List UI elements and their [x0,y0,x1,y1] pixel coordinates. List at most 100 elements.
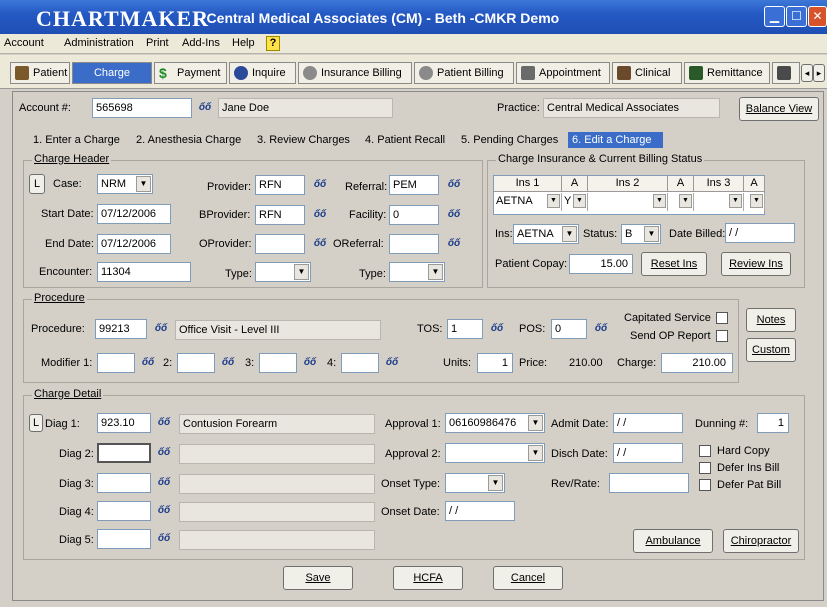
pos-lookup-icon[interactable]: ốố [590,320,612,338]
tab-insurance-billing[interactable]: Insurance Billing [298,62,412,84]
tab-appointment[interactable]: Appointment [516,62,610,84]
provider-lookup-icon[interactable]: ốố [309,176,331,194]
end-date-field[interactable]: 07/12/2006 [97,234,171,254]
admit-date-field[interactable]: / / [613,413,683,433]
modifier2-field[interactable] [177,353,215,373]
diag3-field[interactable] [97,473,151,493]
case-select[interactable]: NRM ▼ [97,174,153,194]
dunning-field[interactable]: 1 [757,413,789,433]
chiropractor-button[interactable]: Chiropractor [723,529,799,553]
review-ins-button[interactable]: Review Ins [721,252,791,276]
diag1-lookup-icon[interactable]: ốố [153,414,175,432]
oprovider-field[interactable] [255,234,305,254]
referral-lookup-icon[interactable]: ốố [443,176,465,194]
units-field[interactable]: 1 [477,353,513,373]
encounter-field[interactable]: 11304 [97,262,191,282]
tab-payment[interactable]: $ Payment [154,62,227,84]
account-number-field[interactable]: 565698 [92,98,192,118]
start-date-field[interactable]: 07/12/2006 [97,204,171,224]
menu-administration[interactable]: Administration [64,37,134,49]
oreferral-field[interactable] [389,234,439,254]
subtab-edit-charge[interactable]: 6. Edit a Charge [568,132,663,148]
diag4-field[interactable] [97,501,151,521]
tab-print[interactable] [772,62,800,84]
account-lookup-icon[interactable]: ốố [194,99,216,117]
a1-cell[interactable]: Y ▼ [562,193,588,211]
send-op-checkbox[interactable] [716,330,728,342]
procedure-lookup-icon[interactable]: ốố [150,320,172,338]
ins-select[interactable]: AETNA ▼ [513,224,579,244]
bprovider-lookup-icon[interactable]: ốố [309,206,331,224]
disch-date-field[interactable]: / / [613,443,683,463]
diag5-lookup-icon[interactable]: ốố [153,530,175,548]
diag5-field[interactable] [97,529,151,549]
hcfa-button[interactable]: HCFA [393,566,463,590]
close-button[interactable]: ✕ [808,6,827,27]
rev-rate-field[interactable] [609,473,689,493]
provider-field[interactable]: RFN [255,175,305,195]
hard-copy-checkbox[interactable] [699,445,711,457]
diag2-lookup-icon[interactable]: ốố [153,444,175,462]
tab-patient-billing[interactable]: Patient Billing [414,62,514,84]
menu-account[interactable]: Account [4,37,44,49]
tab-remittance[interactable]: Remittance [684,62,770,84]
patient-copay-field[interactable]: 15.00 [569,254,633,274]
tab-clinical[interactable]: Clinical [612,62,682,84]
reset-ins-button[interactable]: Reset Ins [641,252,707,276]
type2-select[interactable]: ▼ [389,262,445,282]
cancel-button[interactable]: Cancel [493,566,563,590]
modifier4-field[interactable] [341,353,379,373]
subtab-pending-charges[interactable]: 5. Pending Charges [461,134,558,146]
menu-add-ins[interactable]: Add-Ins [182,37,220,49]
subtab-anesthesia-charge[interactable]: 2. Anesthesia Charge [136,134,241,146]
ins1-cell[interactable]: AETNA ▼ [494,193,562,211]
diag2-field[interactable] [97,443,151,463]
modifier2-lookup-icon[interactable]: ốố [217,354,239,372]
custom-button[interactable]: Custom [746,338,796,362]
diag1-field[interactable]: 923.10 [97,413,151,433]
tab-patient[interactable]: Patient [10,62,70,84]
procedure-code-field[interactable]: 99213 [95,319,147,339]
facility-field[interactable]: 0 [389,205,439,225]
ins2-cell[interactable]: ▼ [588,193,668,211]
help-icon[interactable]: ? [266,36,280,51]
modifier1-field[interactable] [97,353,135,373]
a2-cell[interactable]: ▼ [668,193,694,211]
tos-lookup-icon[interactable]: ốố [486,320,508,338]
oreferral-lookup-icon[interactable]: ốố [443,235,465,253]
subtab-patient-recall[interactable]: 4. Patient Recall [365,134,445,146]
menu-print[interactable]: Print [146,37,169,49]
menu-help[interactable]: Help [232,37,255,49]
status-select[interactable]: B ▼ [621,224,661,244]
subtab-enter-charge[interactable]: 1. Enter a Charge [33,134,120,146]
tab-inquire[interactable]: Inquire [229,62,296,84]
balance-view-button[interactable]: Balance View [739,97,819,121]
defer-ins-checkbox[interactable] [699,462,711,474]
facility-lookup-icon[interactable]: ốố [443,206,465,224]
subtab-review-charges[interactable]: 3. Review Charges [257,134,350,146]
diag-l-button[interactable]: L [29,414,43,432]
pos-field[interactable]: 0 [551,319,587,339]
capitated-checkbox[interactable] [716,312,728,324]
charge-field[interactable]: 210.00 [661,353,733,373]
diag4-lookup-icon[interactable]: ốố [153,502,175,520]
ins3-cell[interactable]: ▼ [694,193,744,211]
maximize-button[interactable]: ☐ [786,6,807,27]
modifier3-field[interactable] [259,353,297,373]
tos-field[interactable]: 1 [447,319,483,339]
minimize-button[interactable]: ▁ [764,6,785,27]
date-billed-field[interactable]: / / [725,223,795,243]
tab-charge[interactable]: Charge [72,62,152,84]
ambulance-button[interactable]: Ambulance [633,529,713,553]
tab-scroll-left-button[interactable]: ◂ [801,64,813,82]
save-button[interactable]: Save [283,566,353,590]
tab-scroll-right-button[interactable]: ▸ [813,64,825,82]
a3-cell[interactable]: ▼ [744,193,765,211]
onset-date-field[interactable]: / / [445,501,515,521]
approval2-select[interactable]: ▼ [445,443,545,463]
modifier1-lookup-icon[interactable]: ốố [137,354,159,372]
notes-button[interactable]: Notes [746,308,796,332]
approval1-select[interactable]: 06160986476 ▼ [445,413,545,433]
modifier4-lookup-icon[interactable]: ốố [381,354,403,372]
oprovider-lookup-icon[interactable]: ốố [309,235,331,253]
